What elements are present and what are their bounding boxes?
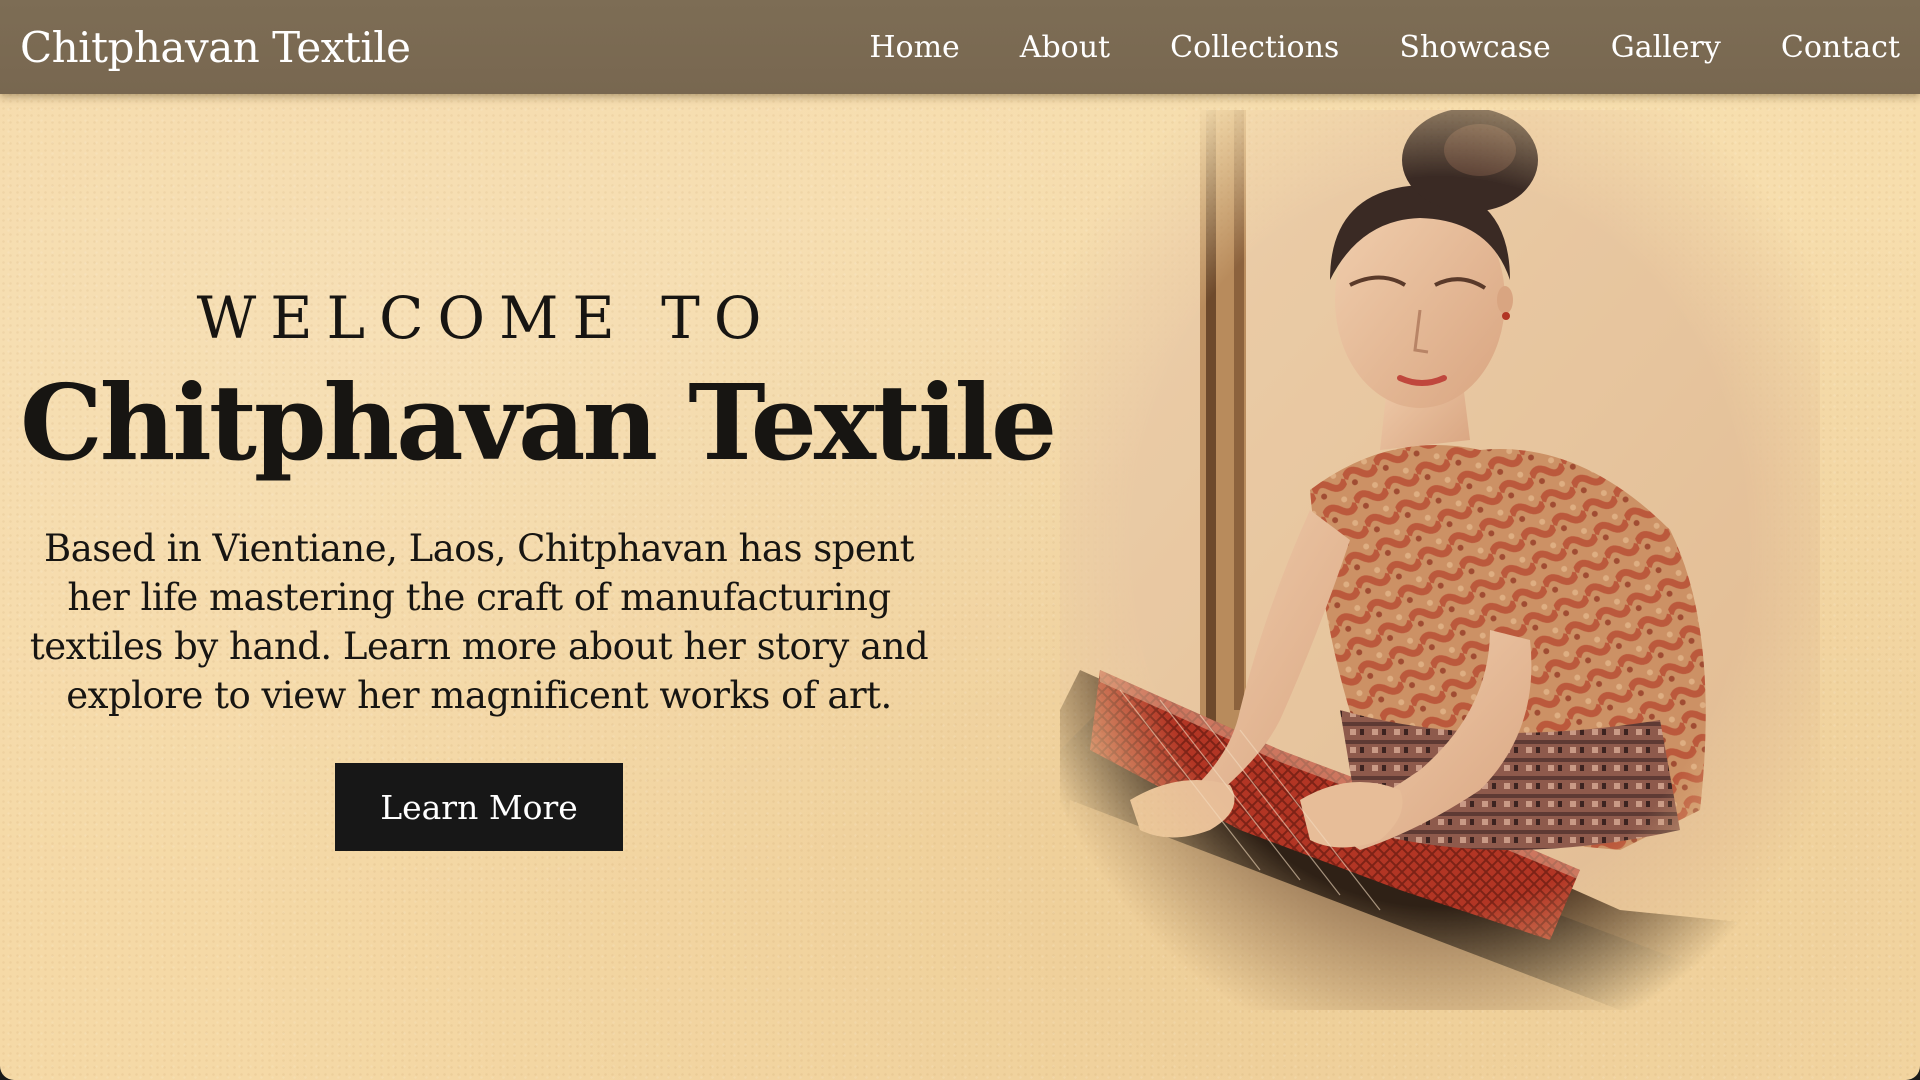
- brand-logo-text[interactable]: Chitphavan Textile: [20, 20, 411, 76]
- nav-link-about[interactable]: About: [1020, 28, 1110, 68]
- nav-link-gallery[interactable]: Gallery: [1611, 28, 1721, 68]
- page: Chitphavan Textile Home About Collection…: [0, 0, 1920, 1080]
- weaver-painting-image: [1060, 110, 1820, 1010]
- navbar: Chitphavan Textile Home About Collection…: [0, 0, 1920, 94]
- nav-link-collections[interactable]: Collections: [1170, 28, 1339, 68]
- hero-description: Based in Vientiane, Laos, Chitphavan has…: [29, 527, 929, 717]
- hero-section: WELCOME TO Chitphavan Textile Based in V…: [20, 280, 1057, 851]
- nav-link-home[interactable]: Home: [869, 28, 959, 68]
- hero-welcome-text: WELCOME TO: [196, 284, 776, 352]
- nav-link-contact[interactable]: Contact: [1781, 28, 1900, 68]
- nav-links: Home About Collections Showcase Gallery …: [809, 28, 1900, 68]
- hero-title: Chitphavan Textile: [20, 361, 1057, 484]
- nav-link-showcase[interactable]: Showcase: [1399, 28, 1550, 68]
- learn-more-button[interactable]: Learn More: [335, 763, 623, 851]
